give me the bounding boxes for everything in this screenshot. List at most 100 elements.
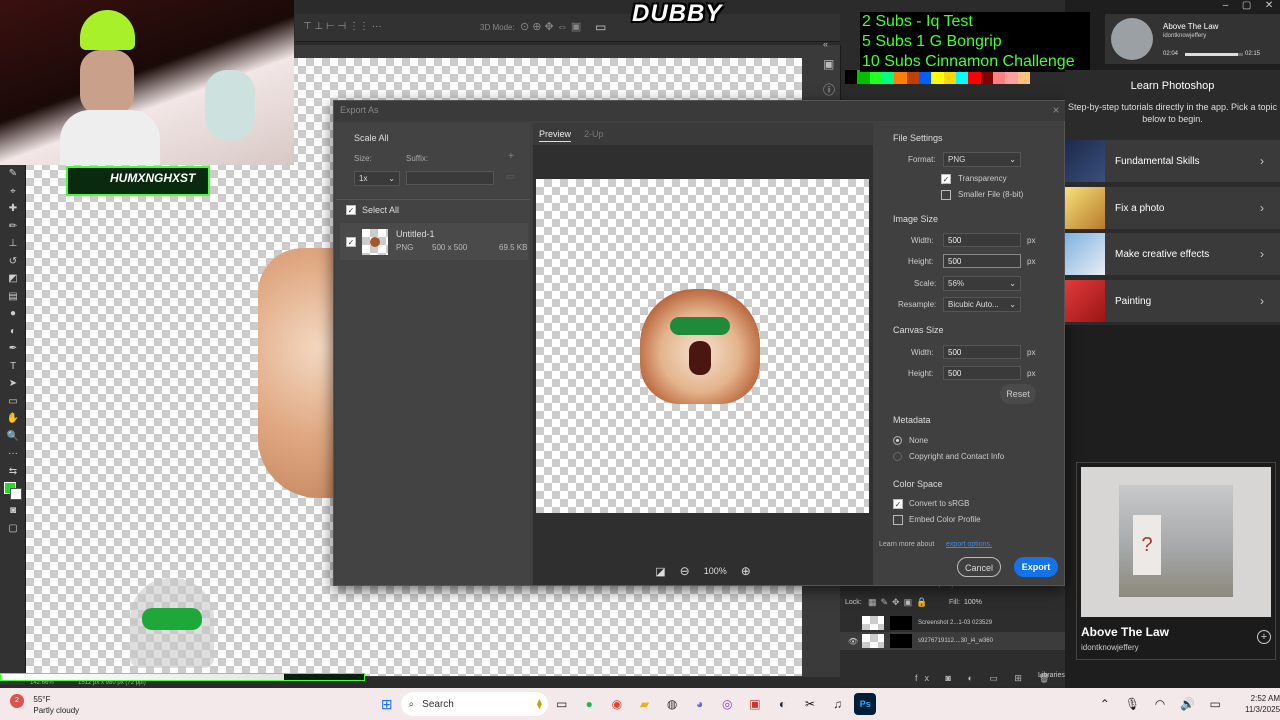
blur-icon[interactable]: ● bbox=[0, 305, 26, 323]
add-icon[interactable]: + bbox=[1257, 630, 1271, 644]
smaller-file-checkbox[interactable] bbox=[941, 190, 951, 200]
add-scale-icon[interactable]: + bbox=[508, 151, 514, 162]
task-view-icon[interactable]: ▭ bbox=[551, 693, 573, 715]
suffix-input[interactable] bbox=[406, 171, 494, 185]
pen-icon[interactable]: ✒ bbox=[0, 340, 26, 358]
learn-item-creative[interactable]: Make creative effects › bbox=[1065, 233, 1280, 275]
swatch[interactable] bbox=[845, 70, 858, 84]
3d-tools-icons[interactable]: ⊙ ⊕ ✥ ⇔ ▣ bbox=[520, 20, 581, 33]
file-explorer-icon[interactable]: ▰ bbox=[634, 693, 656, 715]
asset-checkbox[interactable]: ✓ bbox=[346, 237, 356, 247]
reset-button[interactable]: Reset bbox=[1000, 384, 1036, 404]
canvas-height-input[interactable]: 500 bbox=[943, 366, 1021, 380]
swatch[interactable] bbox=[918, 70, 932, 84]
discord-icon[interactable]: ◕ bbox=[689, 693, 711, 715]
tab-2up[interactable]: 2-Up bbox=[584, 129, 604, 139]
scale-select[interactable]: 56% ⌄ bbox=[943, 276, 1021, 291]
swatch[interactable] bbox=[943, 70, 956, 84]
tray-chevron-icon[interactable]: ⌃ bbox=[1094, 693, 1116, 715]
swatch[interactable] bbox=[894, 70, 907, 84]
meta-none-radio[interactable] bbox=[893, 436, 902, 445]
more-tools-icon[interactable]: ··· bbox=[0, 445, 26, 463]
battery-icon[interactable]: ▭ bbox=[1204, 693, 1226, 715]
weather-icon[interactable]: 2 bbox=[0, 688, 33, 720]
swatch[interactable] bbox=[869, 70, 882, 84]
history-brush-icon[interactable]: ↺ bbox=[0, 253, 26, 271]
zoom-out-icon[interactable]: ⊖ bbox=[680, 564, 690, 578]
gradient-icon[interactable]: ▤ bbox=[0, 288, 26, 306]
layer-actions-icons[interactable]: fx ◙ ◐ ▭ ⊞ 🗑 bbox=[915, 673, 1057, 684]
dodge-icon[interactable]: ◐ bbox=[0, 323, 26, 341]
eyedropper-icon[interactable]: ⌖ bbox=[0, 183, 26, 201]
capcut-icon[interactable]: ✂ bbox=[799, 693, 821, 715]
swatch[interactable] bbox=[857, 70, 870, 84]
hand-icon[interactable]: ✋ bbox=[0, 410, 26, 428]
volume-icon[interactable]: 🔊 bbox=[1177, 693, 1199, 715]
swatch[interactable] bbox=[980, 70, 993, 84]
maximize-icon[interactable]: ▢ bbox=[1242, 0, 1251, 14]
path-select-icon[interactable]: ➤ bbox=[0, 375, 26, 393]
layer-row[interactable]: 👁 s9276719112....30_i4_w360 bbox=[840, 632, 1065, 650]
swatch[interactable] bbox=[1017, 70, 1030, 84]
photoshop-icon[interactable]: Ps bbox=[854, 693, 877, 715]
windows-start-icon[interactable]: ⊞ bbox=[376, 693, 398, 715]
learn-item-fix-photo[interactable]: Fix a photo › bbox=[1065, 187, 1280, 229]
meta-copyright-radio[interactable] bbox=[893, 452, 902, 461]
height-input[interactable]: 500 bbox=[943, 254, 1021, 268]
clock[interactable]: 2:52 AM 11/3/2025 bbox=[1229, 693, 1280, 715]
minimize-icon[interactable]: – bbox=[1223, 0, 1229, 14]
swap-colors-icon[interactable]: ⇆ bbox=[0, 463, 26, 481]
media-icon[interactable]: ▣ bbox=[744, 693, 766, 715]
layer-row[interactable]: Screenshot 2...1-03 023529 bbox=[840, 614, 1065, 632]
color-swatches[interactable] bbox=[0, 480, 25, 502]
quick-select-icon[interactable]: ✎ bbox=[0, 165, 26, 183]
swatch[interactable] bbox=[992, 70, 1006, 84]
fit-icon[interactable]: ◪ bbox=[655, 565, 665, 578]
zoom-icon[interactable]: 🔍 bbox=[0, 428, 26, 446]
wifi-icon[interactable]: ◠ bbox=[1149, 693, 1171, 715]
learn-item-painting[interactable]: Painting › bbox=[1065, 280, 1280, 322]
cancel-button[interactable]: Cancel bbox=[957, 557, 1001, 577]
search-box[interactable]: ⌕ Search ⧫ bbox=[400, 692, 548, 716]
eraser-icon[interactable]: ◩ bbox=[0, 270, 26, 288]
resample-select[interactable]: Bicubic Auto... ⌄ bbox=[943, 297, 1021, 312]
video-icon[interactable]: ▭ bbox=[595, 20, 606, 34]
tab-preview[interactable]: Preview bbox=[539, 129, 572, 142]
export-options-link[interactable]: export options. bbox=[946, 541, 992, 548]
swatch[interactable] bbox=[1005, 70, 1018, 84]
type-icon[interactable]: T bbox=[0, 358, 26, 376]
spotify-icon[interactable]: ● bbox=[579, 693, 601, 715]
info-icon[interactable]: ⓘ bbox=[823, 81, 835, 98]
weather-widget[interactable]: 55°F Partly cloudy bbox=[33, 694, 102, 716]
swatch[interactable] bbox=[906, 70, 919, 84]
twitch-icon[interactable]: ◎ bbox=[716, 693, 738, 715]
swatch[interactable] bbox=[881, 70, 895, 84]
export-button[interactable]: Export bbox=[1014, 557, 1058, 577]
convert-srgb-checkbox[interactable]: ✓ bbox=[893, 499, 903, 509]
fill-value[interactable]: 100% bbox=[964, 599, 982, 606]
canvas-width-input[interactable]: 500 bbox=[943, 345, 1021, 359]
quick-mask-icon[interactable]: ◙ bbox=[0, 502, 26, 520]
select-all-checkbox[interactable]: ✓ bbox=[346, 205, 356, 215]
preview-canvas[interactable] bbox=[536, 179, 869, 513]
align-icons[interactable]: ⊤ ⊥ ⊢ ⊣ ⋮⋮ ··· bbox=[303, 21, 382, 32]
obs-icon[interactable]: ◍ bbox=[661, 693, 683, 715]
format-select[interactable]: PNG ⌄ bbox=[943, 152, 1021, 167]
close-icon[interactable]: × bbox=[1050, 104, 1062, 116]
size-select[interactable]: 1x ⌄ bbox=[354, 171, 400, 186]
libraries-tab[interactable]: Libraries bbox=[1038, 672, 1065, 679]
chrome-icon[interactable]: ◉ bbox=[606, 693, 628, 715]
width-input[interactable]: 500 bbox=[943, 233, 1021, 247]
embed-profile-checkbox[interactable] bbox=[893, 515, 903, 525]
music-app-icon[interactable]: ♫ bbox=[827, 693, 849, 715]
healing-icon[interactable]: ✚ bbox=[0, 200, 26, 218]
learn-item-fundamental[interactable]: Fundamental Skills › bbox=[1065, 140, 1280, 182]
transparency-checkbox[interactable]: ✓ bbox=[941, 174, 951, 184]
swatch[interactable] bbox=[955, 70, 969, 84]
asset-row[interactable]: ✓ Untitled-1 PNG 500 x 500 69.5 KB bbox=[340, 223, 528, 260]
stamp-icon[interactable]: ⊥ bbox=[0, 235, 26, 253]
shape-icon[interactable]: ▭ bbox=[0, 393, 26, 411]
steam-icon[interactable]: ◐ bbox=[772, 693, 794, 715]
collapse-icon[interactable]: « bbox=[823, 39, 828, 49]
close-window-icon[interactable]: ✕ bbox=[1265, 0, 1273, 14]
